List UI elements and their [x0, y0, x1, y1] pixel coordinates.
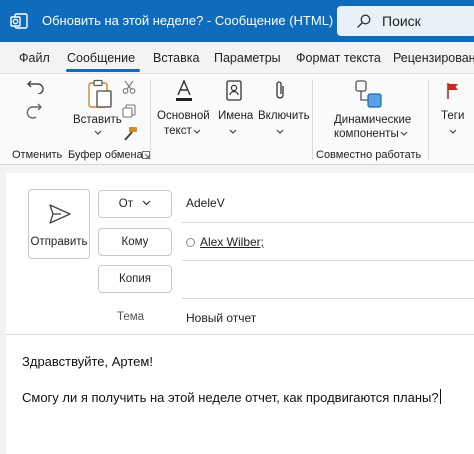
- chevron-down-icon[interactable]: [229, 129, 237, 135]
- window-title: Обновить на этой неделе? - Сообщение (HT…: [42, 13, 334, 28]
- divider: [182, 298, 474, 299]
- flag-icon[interactable]: [446, 82, 460, 100]
- paste-icon[interactable]: [86, 79, 114, 109]
- tab-file[interactable]: Файл: [19, 51, 50, 65]
- text-cursor: [439, 389, 441, 404]
- attach-icon[interactable]: [273, 80, 287, 102]
- include-button[interactable]: Включить: [258, 110, 310, 122]
- chevron-down-icon[interactable]: [449, 129, 457, 135]
- chevron-down-icon[interactable]: [94, 130, 102, 136]
- chevron-down-icon: [142, 200, 151, 206]
- tab-format-text[interactable]: Формат текста: [296, 51, 381, 65]
- send-label: Отправить: [30, 236, 88, 248]
- loop-components-icon[interactable]: [355, 80, 383, 110]
- group-label-collaborate: Совместно работать: [316, 149, 422, 161]
- body-greeting[interactable]: Здравствуйте, Артем!: [22, 354, 153, 369]
- tags-button[interactable]: Теги: [441, 110, 464, 122]
- title-bar: Обновить на этой неделе? - Сообщение (HT…: [0, 0, 474, 42]
- copy-icon[interactable]: [122, 104, 136, 118]
- divider: [182, 222, 474, 223]
- undo-icon[interactable]: [26, 78, 46, 94]
- body-text[interactable]: Смогу ли я получить на этой неделе отчет…: [22, 389, 441, 405]
- names-button[interactable]: Имена: [218, 110, 253, 122]
- group-label-clipboard: Буфер обмена: [68, 149, 143, 161]
- format-painter-icon[interactable]: [122, 126, 138, 142]
- ribbon-tabs: Файл Сообщение Вставка Параметры Формат …: [0, 42, 474, 73]
- ribbon-separator: [312, 80, 313, 160]
- cc-button[interactable]: Копия: [98, 265, 172, 293]
- to-field[interactable]: Alex Wilber;: [186, 235, 264, 249]
- chevron-down-icon[interactable]: [276, 129, 284, 135]
- chevron-down-icon[interactable]: [400, 131, 408, 137]
- redo-icon[interactable]: [26, 102, 46, 120]
- ribbon: Отменить Вставить Буфер обмена Основной …: [0, 73, 474, 165]
- dynamic-components-label-2[interactable]: компоненты: [334, 128, 399, 140]
- from-button[interactable]: От: [98, 190, 172, 218]
- tab-message[interactable]: Сообщение: [67, 51, 135, 65]
- ribbon-separator: [150, 80, 151, 160]
- address-book-icon[interactable]: [225, 80, 243, 102]
- tab-review[interactable]: Рецензирован: [393, 51, 474, 65]
- search-icon: [357, 14, 371, 28]
- from-value: AdeleV: [186, 196, 225, 210]
- dynamic-components-label-1[interactable]: Динамические: [334, 114, 411, 126]
- send-icon: [49, 204, 71, 224]
- search-box[interactable]: Поиск: [337, 6, 474, 36]
- group-label-undo: Отменить: [12, 149, 63, 161]
- presence-icon: [186, 238, 195, 247]
- tab-options[interactable]: Параметры: [214, 51, 281, 65]
- divider: [182, 260, 474, 261]
- ribbon-separator: [428, 80, 429, 160]
- recipient-alex-wilber[interactable]: Alex Wilber;: [200, 235, 264, 249]
- subject-field[interactable]: Новый отчет: [186, 311, 256, 325]
- from-label: От: [118, 198, 133, 210]
- body-sentence: Смогу ли я получить на этой неделе отчет…: [22, 390, 439, 405]
- basic-text-label-2[interactable]: текст: [164, 125, 192, 137]
- outlook-icon: [10, 13, 28, 29]
- send-button[interactable]: Отправить: [28, 189, 90, 259]
- dialog-launcher-icon[interactable]: [142, 151, 150, 159]
- search-label: Поиск: [382, 13, 421, 29]
- divider: [6, 334, 474, 335]
- active-tab-indicator: [66, 69, 140, 72]
- tab-insert[interactable]: Вставка: [153, 51, 199, 65]
- subject-label: Тема: [117, 311, 145, 323]
- paste-button[interactable]: Вставить: [73, 114, 122, 126]
- font-color-icon[interactable]: [175, 80, 193, 102]
- chevron-down-icon[interactable]: [193, 129, 201, 135]
- cut-icon[interactable]: [122, 80, 136, 94]
- compose-pane: Отправить От AdeleV Кому Alex Wilber; Ко…: [6, 173, 474, 454]
- basic-text-label-1[interactable]: Основной: [157, 110, 210, 122]
- to-button[interactable]: Кому: [98, 228, 172, 256]
